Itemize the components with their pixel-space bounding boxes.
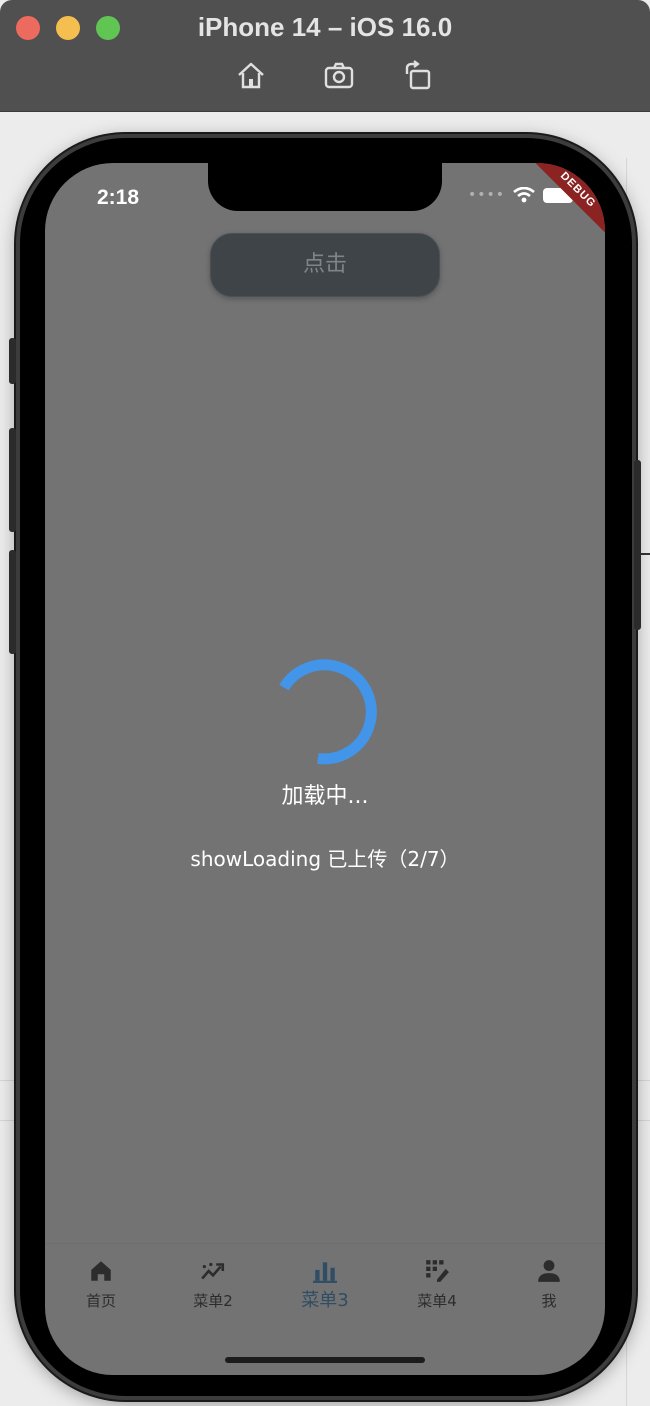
simulator-titlebar: iPhone 14 – iOS 16.0	[0, 0, 650, 112]
status-time: 2:18	[97, 186, 140, 209]
tab-label: 我	[541, 1292, 557, 1310]
rotate-button[interactable]	[400, 58, 436, 94]
status-icons: ••••	[468, 187, 573, 203]
bar-chart-icon	[313, 1262, 337, 1283]
volume-down-button[interactable]	[9, 550, 16, 654]
trending-icon	[201, 1262, 225, 1280]
loading-spinner-icon	[279, 659, 377, 765]
upload-status: showLoading 已上传（2/7）	[190, 847, 460, 871]
home-indicator[interactable]	[225, 1357, 425, 1363]
click-button[interactable]: 点击	[210, 233, 440, 297]
rotate-icon	[405, 60, 431, 90]
signal-dots-icon: ••••	[467, 187, 505, 203]
tab-menu2[interactable]: 菜单2	[157, 1244, 269, 1333]
screenshot-button[interactable]	[321, 58, 357, 94]
tab-label: 菜单4	[417, 1292, 457, 1310]
tab-menu3[interactable]: 菜单3	[269, 1244, 381, 1333]
screenshot-icon	[324, 62, 354, 89]
wifi-icon	[513, 187, 535, 203]
tab-me[interactable]: 我	[493, 1244, 605, 1333]
power-button[interactable]	[634, 460, 641, 630]
tab-label: 菜单2	[193, 1292, 233, 1310]
bottom-tab-bar: 首页 菜单2 菜单3 菜单4 我	[45, 1243, 605, 1333]
home-icon	[238, 62, 264, 89]
tab-home[interactable]: 首页	[45, 1244, 157, 1333]
volume-up-button[interactable]	[9, 428, 16, 532]
silent-switch[interactable]	[9, 338, 16, 384]
dynamic-notch	[208, 163, 442, 211]
tab-label: 首页	[85, 1292, 116, 1310]
home-icon	[91, 1261, 111, 1281]
app-screen: 2:18 •••• DEBUG 点击 加载中... showLoading 已上…	[45, 163, 605, 1375]
tab-menu4[interactable]: 菜单4	[381, 1244, 493, 1333]
loading-label: 加载中...	[281, 784, 369, 809]
tab-label: 菜单3	[301, 1290, 349, 1311]
window-title: iPhone 14 – iOS 16.0	[197, 12, 453, 42]
grid-edit-icon	[426, 1260, 449, 1282]
home-button[interactable]	[233, 58, 269, 94]
person-icon	[538, 1260, 560, 1282]
